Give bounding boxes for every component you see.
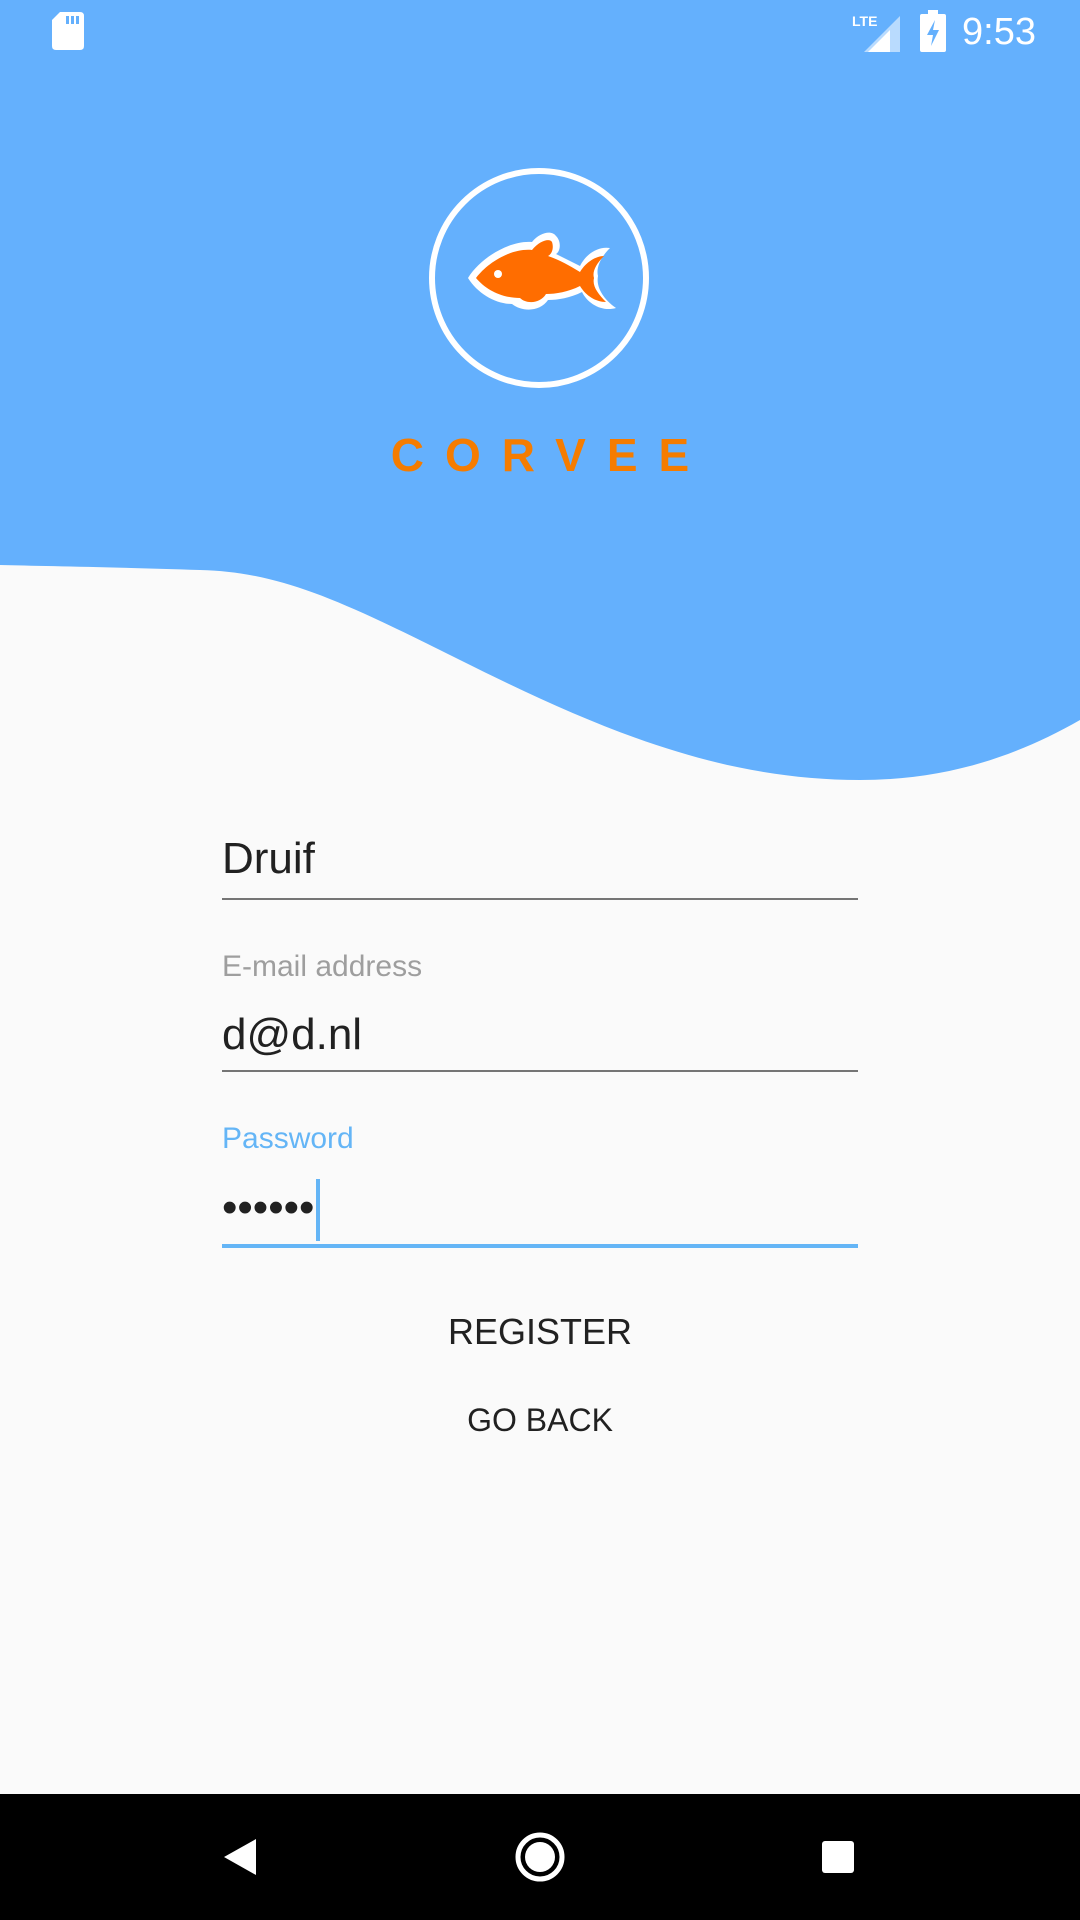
home-icon[interactable] [510, 1827, 570, 1887]
email-input-value: d@d.nl [222, 1010, 363, 1059]
battery-charging-icon [920, 10, 946, 52]
password-field-underline [222, 1244, 858, 1248]
goldfish-icon [468, 232, 616, 310]
password-field[interactable]: Password •••••• [222, 1118, 858, 1250]
recents-icon[interactable] [808, 1827, 868, 1887]
password-masked-text: •••••• [222, 1183, 315, 1232]
email-field[interactable]: E-mail address d@d.nl [222, 946, 858, 1074]
hero-wave [0, 0, 1080, 780]
password-field-label: Password [222, 1122, 354, 1155]
status-clock: 9:53 [962, 11, 1036, 53]
navigation-bar [0, 1794, 1080, 1920]
hero-background [0, 0, 1080, 780]
register-button[interactable]: REGISTER [340, 1304, 740, 1360]
svg-text:LTE: LTE [852, 13, 877, 29]
email-field-underline [222, 1070, 858, 1072]
brand-name: CORVEE [390, 429, 711, 481]
password-input-value: •••••• [222, 1176, 321, 1242]
status-bar: LTE 9:53 [0, 0, 1080, 63]
lte-signal-icon: LTE [852, 13, 900, 52]
text-cursor [316, 1179, 321, 1242]
name-field[interactable]: Druif [222, 826, 858, 902]
name-field-underline [222, 898, 858, 900]
email-field-label: E-mail address [222, 950, 423, 983]
sd-card-icon [52, 12, 84, 50]
go-back-button[interactable]: GO BACK [340, 1394, 740, 1446]
name-input-value: Druif [222, 834, 315, 883]
back-icon[interactable] [210, 1827, 270, 1887]
